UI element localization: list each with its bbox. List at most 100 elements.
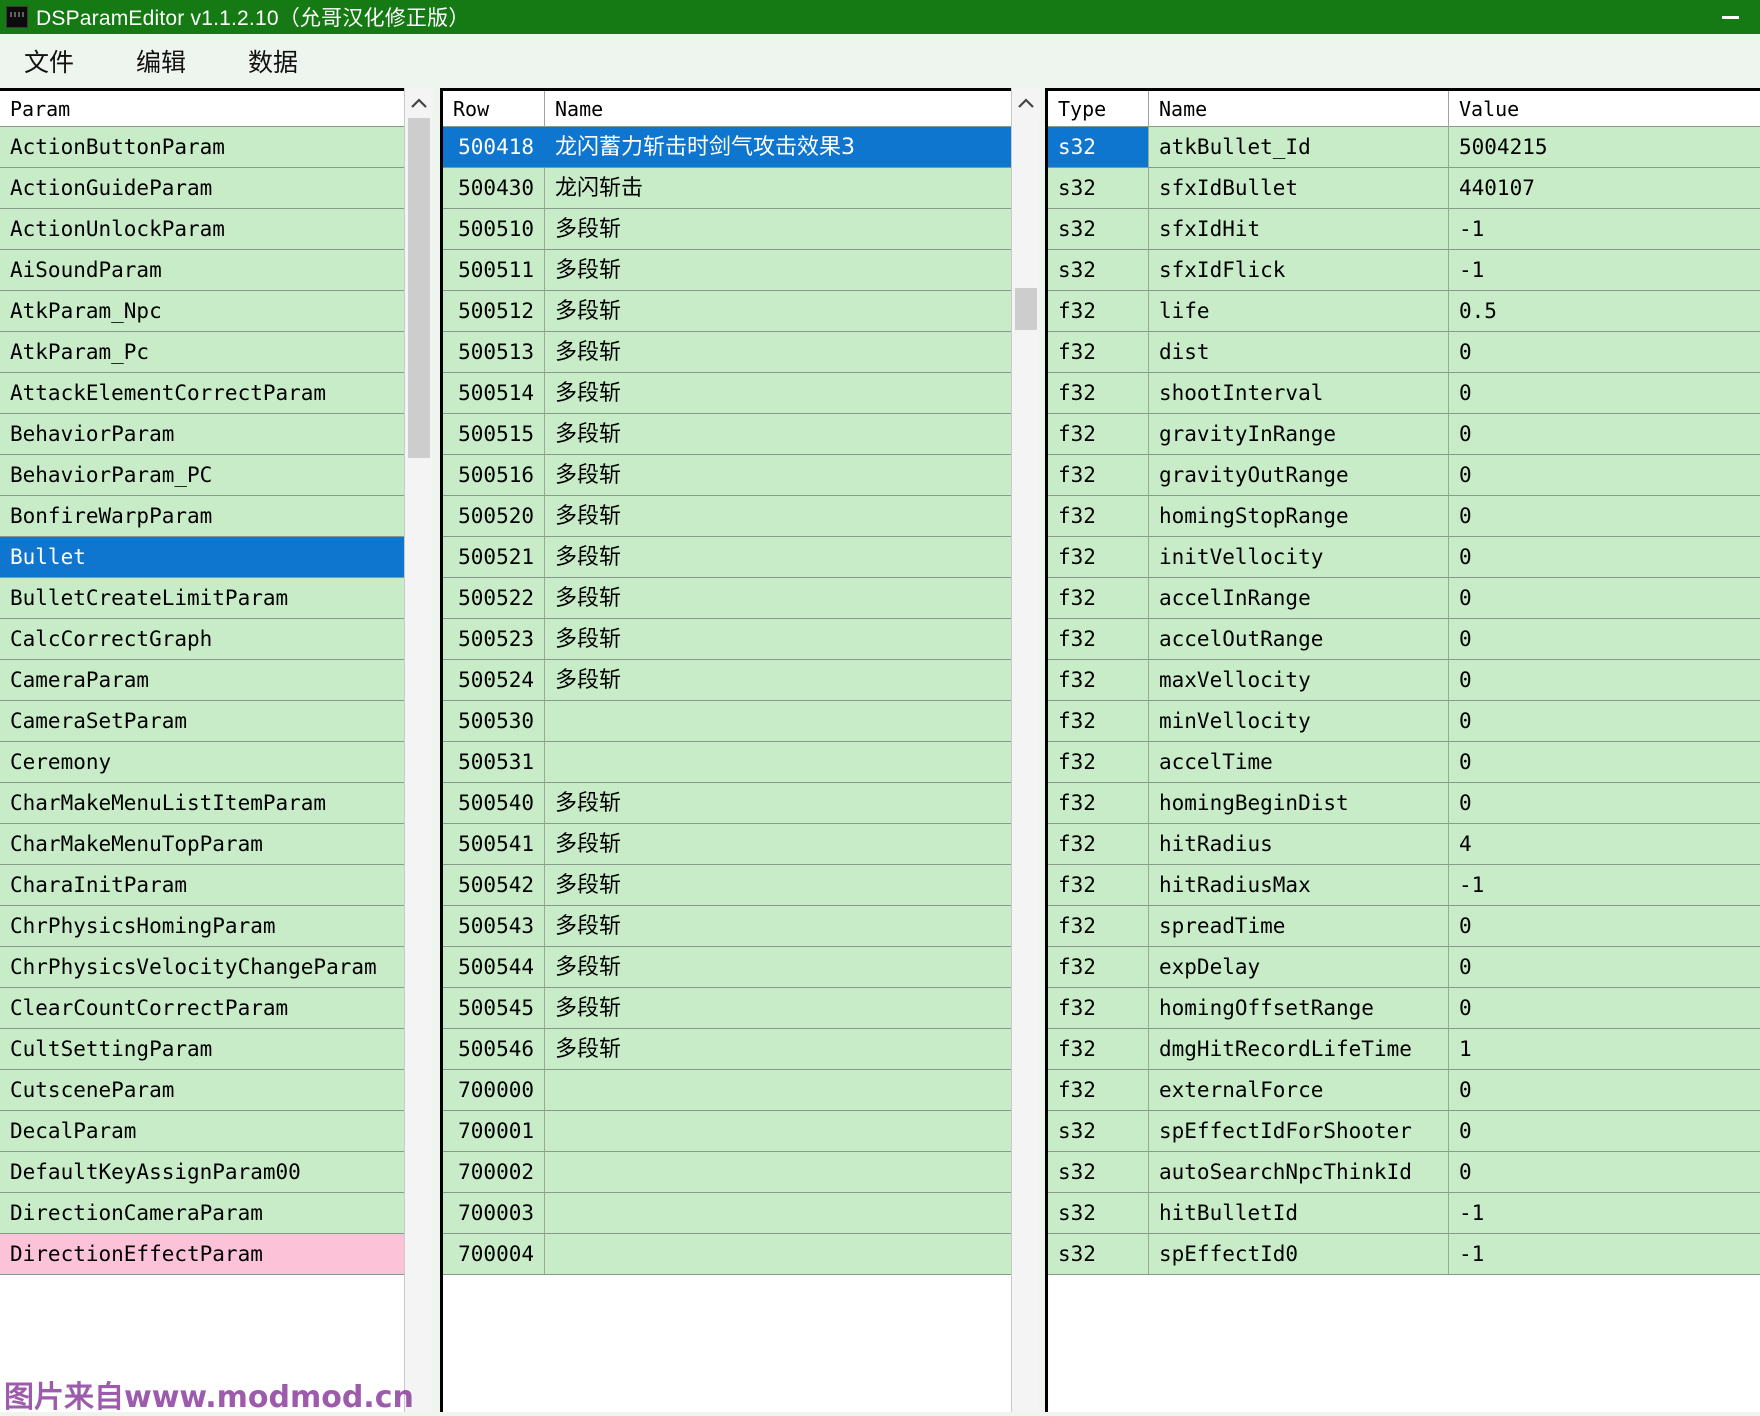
- table-row[interactable]: f32 externalForce 0: [1048, 1070, 1760, 1111]
- table-row[interactable]: s32 sfxIdFlick -1: [1048, 250, 1760, 291]
- table-row[interactable]: 500512 多段斩: [443, 291, 1032, 332]
- param-list-item[interactable]: ClearCountCorrectParam: [0, 988, 432, 1029]
- row-grid[interactable]: Row Name 500418 龙闪蓄力斩击时剑气攻击效果3 500430 龙闪斩击 500…: [443, 91, 1032, 1412]
- menu-item-edit[interactable]: 编辑: [122, 41, 200, 81]
- table-row[interactable]: f32 maxVellocity 0: [1048, 660, 1760, 701]
- table-row[interactable]: 700000: [443, 1070, 1032, 1111]
- table-row[interactable]: 500520 多段斩: [443, 496, 1032, 537]
- param-list-item[interactable]: ChrPhysicsHomingParam: [0, 906, 432, 947]
- row-list-scrollbar[interactable]: [1011, 88, 1040, 1412]
- table-row[interactable]: s32 sfxIdBullet 440107: [1048, 168, 1760, 209]
- table-row[interactable]: f32 accelTime 0: [1048, 742, 1760, 783]
- param-list-item[interactable]: BehaviorParam_PC: [0, 455, 432, 496]
- table-row[interactable]: f32 life 0.5: [1048, 291, 1760, 332]
- table-row[interactable]: f32 homingStopRange 0: [1048, 496, 1760, 537]
- param-list-item[interactable]: BulletCreateLimitParam: [0, 578, 432, 619]
- table-row[interactable]: 500546 多段斩: [443, 1029, 1032, 1070]
- table-row[interactable]: f32 accelOutRange 0: [1048, 619, 1760, 660]
- menu-item-file[interactable]: 文件: [10, 41, 88, 81]
- param-list-item[interactable]: AtkParam_Npc: [0, 291, 432, 332]
- param-list-scrollbar[interactable]: [404, 88, 433, 1412]
- param-list-item[interactable]: BonfireWarpParam: [0, 496, 432, 537]
- scroll-up-icon[interactable]: [405, 88, 433, 118]
- table-row[interactable]: s32 sfxIdHit -1: [1048, 209, 1760, 250]
- menu-item-data[interactable]: 数据: [234, 41, 312, 81]
- param-list-item[interactable]: DirectionEffectParam: [0, 1234, 432, 1275]
- table-row[interactable]: 500510 多段斩: [443, 209, 1032, 250]
- table-row[interactable]: f32 shootInterval 0: [1048, 373, 1760, 414]
- param-list-item[interactable]: ActionGuideParam: [0, 168, 432, 209]
- param-list-item[interactable]: BehaviorParam: [0, 414, 432, 455]
- table-row[interactable]: 700004: [443, 1234, 1032, 1275]
- table-row[interactable]: s32 atkBullet_Id 5004215: [1048, 127, 1760, 168]
- table-row[interactable]: 500530: [443, 701, 1032, 742]
- table-row[interactable]: 700002: [443, 1152, 1032, 1193]
- table-row[interactable]: 500511 多段斩: [443, 250, 1032, 291]
- param-list-item[interactable]: DefaultKeyAssignParam00: [0, 1152, 432, 1193]
- table-row[interactable]: 500522 多段斩: [443, 578, 1032, 619]
- param-list-item[interactable]: CutsceneParam: [0, 1070, 432, 1111]
- table-row[interactable]: 700001: [443, 1111, 1032, 1152]
- table-row[interactable]: 500531: [443, 742, 1032, 783]
- param-list-item[interactable]: ActionUnlockParam: [0, 209, 432, 250]
- table-row[interactable]: 500540 多段斩: [443, 783, 1032, 824]
- table-row[interactable]: 500513 多段斩: [443, 332, 1032, 373]
- param-list-item[interactable]: CharaInitParam: [0, 865, 432, 906]
- table-row[interactable]: 500541 多段斩: [443, 824, 1032, 865]
- table-row[interactable]: 500516 多段斩: [443, 455, 1032, 496]
- param-list-item[interactable]: DirectionCameraParam: [0, 1193, 432, 1234]
- param-list-item[interactable]: ChrPhysicsVelocityChangeParam: [0, 947, 432, 988]
- field-grid[interactable]: Type Name Value s32 atkBullet_Id 5004215 s32 sf…: [1048, 91, 1760, 1412]
- table-row[interactable]: s32 autoSearchNpcThinkId 0: [1048, 1152, 1760, 1193]
- param-list-item[interactable]: CharMakeMenuTopParam: [0, 824, 432, 865]
- table-row[interactable]: s32 hitBulletId -1: [1048, 1193, 1760, 1234]
- table-row[interactable]: 500544 多段斩: [443, 947, 1032, 988]
- param-list-item[interactable]: ActionButtonParam: [0, 127, 432, 168]
- table-row[interactable]: 500545 多段斩: [443, 988, 1032, 1029]
- table-row[interactable]: 700003: [443, 1193, 1032, 1234]
- param-list-item[interactable]: CameraParam: [0, 660, 432, 701]
- table-row[interactable]: 500524 多段斩: [443, 660, 1032, 701]
- table-row[interactable]: f32 gravityInRange 0: [1048, 414, 1760, 455]
- table-row[interactable]: f32 homingOffsetRange 0: [1048, 988, 1760, 1029]
- param-list-item[interactable]: AiSoundParam: [0, 250, 432, 291]
- table-row[interactable]: 500542 多段斩: [443, 865, 1032, 906]
- table-row[interactable]: f32 expDelay 0: [1048, 947, 1760, 988]
- param-item-label: BehaviorParam: [10, 422, 175, 446]
- table-row[interactable]: f32 initVellocity 0: [1048, 537, 1760, 578]
- table-row[interactable]: 500430 龙闪斩击: [443, 168, 1032, 209]
- param-list-item[interactable]: CalcCorrectGraph: [0, 619, 432, 660]
- param-list-item[interactable]: Ceremony: [0, 742, 432, 783]
- table-row[interactable]: f32 accelInRange 0: [1048, 578, 1760, 619]
- field-type-cell: s32: [1058, 1160, 1096, 1184]
- param-list-item[interactable]: DecalParam: [0, 1111, 432, 1152]
- row-id-cell: 500522: [458, 586, 534, 610]
- table-row[interactable]: f32 hitRadiusMax -1: [1048, 865, 1760, 906]
- table-row[interactable]: s32 spEffectIdForShooter 0: [1048, 1111, 1760, 1152]
- param-list-item[interactable]: AttackElementCorrectParam: [0, 373, 432, 414]
- table-row[interactable]: f32 hitRadius 4: [1048, 824, 1760, 865]
- param-list-item[interactable]: CameraSetParam: [0, 701, 432, 742]
- table-row[interactable]: 500515 多段斩: [443, 414, 1032, 455]
- table-row[interactable]: f32 spreadTime 0: [1048, 906, 1760, 947]
- table-row[interactable]: f32 gravityOutRange 0: [1048, 455, 1760, 496]
- minimize-button[interactable]: [1700, 0, 1760, 34]
- table-row[interactable]: 500514 多段斩: [443, 373, 1032, 414]
- param-list-item[interactable]: AtkParam_Pc: [0, 332, 432, 373]
- param-list-item[interactable]: CharMakeMenuListItemParam: [0, 783, 432, 824]
- table-row[interactable]: f32 minVellocity 0: [1048, 701, 1760, 742]
- table-row[interactable]: 500523 多段斩: [443, 619, 1032, 660]
- scrollbar-thumb[interactable]: [408, 118, 430, 458]
- table-row[interactable]: s32 spEffectId0 -1: [1048, 1234, 1760, 1275]
- param-list-item[interactable]: Bullet: [0, 537, 432, 578]
- table-row[interactable]: f32 dist 0: [1048, 332, 1760, 373]
- table-row[interactable]: f32 homingBeginDist 0: [1048, 783, 1760, 824]
- table-row[interactable]: f32 dmgHitRecordLifeTime 1: [1048, 1029, 1760, 1070]
- param-list-item[interactable]: CultSettingParam: [0, 1029, 432, 1070]
- scrollbar-thumb[interactable]: [1015, 288, 1037, 330]
- table-row[interactable]: 500543 多段斩: [443, 906, 1032, 947]
- param-grid[interactable]: Param ActionButtonParam ActionGuideParam Ac…: [0, 91, 432, 1412]
- scroll-up-icon[interactable]: [1012, 88, 1040, 118]
- table-row[interactable]: 500418 龙闪蓄力斩击时剑气攻击效果3: [443, 127, 1032, 168]
- table-row[interactable]: 500521 多段斩: [443, 537, 1032, 578]
